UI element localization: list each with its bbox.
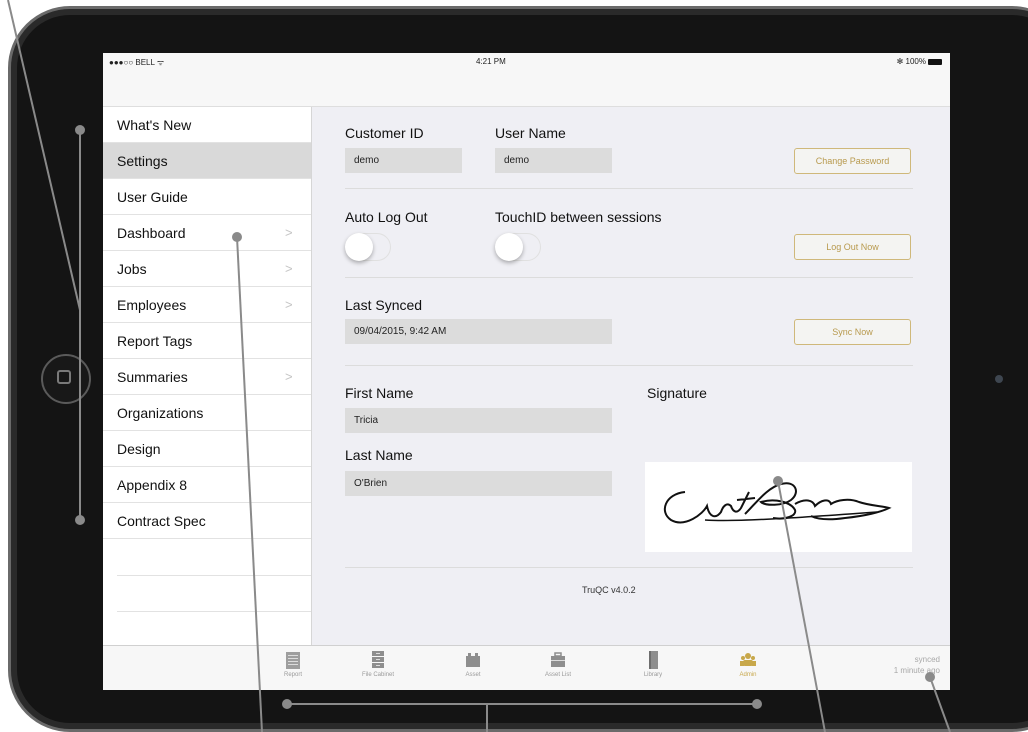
user-name-field[interactable]: demo xyxy=(495,148,612,173)
customer-id-label: Customer ID xyxy=(345,125,424,141)
chevron-right-icon: > xyxy=(285,297,293,312)
ipad-screen: ●●●○○ BELL ᯤ 4:21 PM ✻ 100% What's New S… xyxy=(103,53,950,690)
tab-label: Asset List xyxy=(544,672,571,678)
first-name-label: First Name xyxy=(345,385,414,401)
logout-now-button[interactable]: Log Out Now xyxy=(794,234,911,260)
sidebar-item-dashboard[interactable]: Dashboard > xyxy=(103,215,311,251)
tab-report[interactable]: Report xyxy=(263,650,323,678)
sync-status: synced 1 minute ago xyxy=(894,654,940,676)
toggle-knob xyxy=(345,233,373,261)
tab-label: Asset xyxy=(465,672,481,678)
sidebar-item-report-tags[interactable]: Report Tags xyxy=(103,323,311,359)
change-password-button[interactable]: Change Password xyxy=(794,148,911,174)
chevron-right-icon: > xyxy=(285,369,293,384)
tab-label: Report xyxy=(283,672,302,678)
first-name-field[interactable]: Tricia xyxy=(345,408,612,433)
tab-library[interactable]: Library xyxy=(623,650,683,678)
signature-pad[interactable] xyxy=(645,462,912,552)
auto-logout-toggle[interactable] xyxy=(345,233,391,261)
tab-label: File Cabinet xyxy=(361,672,394,678)
notepad-icon xyxy=(286,652,300,669)
settings-panel: Customer ID demo User Name demo Change P… xyxy=(312,107,950,645)
touchid-label: TouchID between sessions xyxy=(495,209,662,225)
asset-icon xyxy=(466,653,480,667)
tab-label: Library xyxy=(643,672,663,678)
people-icon xyxy=(740,653,756,666)
battery-status: ✻ 100% xyxy=(897,57,942,66)
signature-label: Signature xyxy=(647,385,707,401)
sidebar-item-organizations[interactable]: Organizations xyxy=(103,395,311,431)
empty-row-divider xyxy=(117,575,311,576)
chevron-right-icon: > xyxy=(285,225,293,240)
user-name-label: User Name xyxy=(495,125,566,141)
book-icon xyxy=(649,651,658,669)
last-name-label: Last Name xyxy=(345,447,413,463)
sidebar-menu: What's New Settings User Guide Dashboard… xyxy=(103,107,312,645)
last-name-field[interactable]: O'Brien xyxy=(345,471,612,496)
chevron-right-icon: > xyxy=(285,261,293,276)
sidebar-item-whats-new[interactable]: What's New xyxy=(103,107,311,143)
status-bar: ●●●○○ BELL ᯤ 4:21 PM ✻ 100% xyxy=(103,53,950,71)
home-button[interactable] xyxy=(41,354,91,404)
sidebar-item-user-guide[interactable]: User Guide xyxy=(103,179,311,215)
tab-bar: Report File Cabinet Asset Asset List Lib… xyxy=(103,645,950,690)
section-divider xyxy=(345,277,913,278)
file-cabinet-icon xyxy=(372,651,384,668)
tab-file-cabinet[interactable]: File Cabinet xyxy=(348,650,408,678)
sidebar-item-summaries[interactable]: Summaries > xyxy=(103,359,311,395)
sync-status-line: synced xyxy=(914,655,940,664)
tab-label: Admin xyxy=(739,672,757,678)
signature-image xyxy=(663,482,892,524)
empty-row-divider xyxy=(117,611,311,612)
sidebar-item-employees[interactable]: Employees > xyxy=(103,287,311,323)
tab-asset[interactable]: Asset xyxy=(443,650,503,678)
customer-id-field[interactable]: demo xyxy=(345,148,462,173)
sidebar-item-jobs[interactable]: Jobs > xyxy=(103,251,311,287)
tab-asset-list[interactable]: Asset List xyxy=(528,650,588,678)
battery-icon xyxy=(928,58,942,65)
app-version: TruQC v4.0.2 xyxy=(582,585,636,595)
sync-status-time: 1 minute ago xyxy=(893,666,940,675)
sidebar-item-settings[interactable]: Settings xyxy=(103,143,311,179)
last-synced-field: 09/04/2015, 9:42 AM xyxy=(345,319,612,344)
touchid-toggle[interactable] xyxy=(495,233,541,261)
navigation-bar xyxy=(103,71,950,107)
last-synced-label: Last Synced xyxy=(345,297,423,313)
sidebar-item-design[interactable]: Design xyxy=(103,431,311,467)
toggle-knob xyxy=(495,233,523,261)
carrier-signal: ●●●○○ BELL ᯤ xyxy=(109,58,165,67)
section-divider xyxy=(345,567,913,568)
sidebar-item-contract-spec[interactable]: Contract Spec xyxy=(103,503,311,539)
section-divider xyxy=(345,188,913,189)
sidebar-item-appendix-8[interactable]: Appendix 8 xyxy=(103,467,311,503)
section-divider xyxy=(345,365,913,366)
tab-admin[interactable]: Admin xyxy=(718,650,778,678)
camera-icon xyxy=(995,375,1003,383)
briefcase-icon xyxy=(551,652,565,667)
status-time: 4:21 PM xyxy=(476,57,506,66)
auto-logout-label: Auto Log Out xyxy=(345,209,428,225)
sync-now-button[interactable]: Sync Now xyxy=(794,319,911,345)
